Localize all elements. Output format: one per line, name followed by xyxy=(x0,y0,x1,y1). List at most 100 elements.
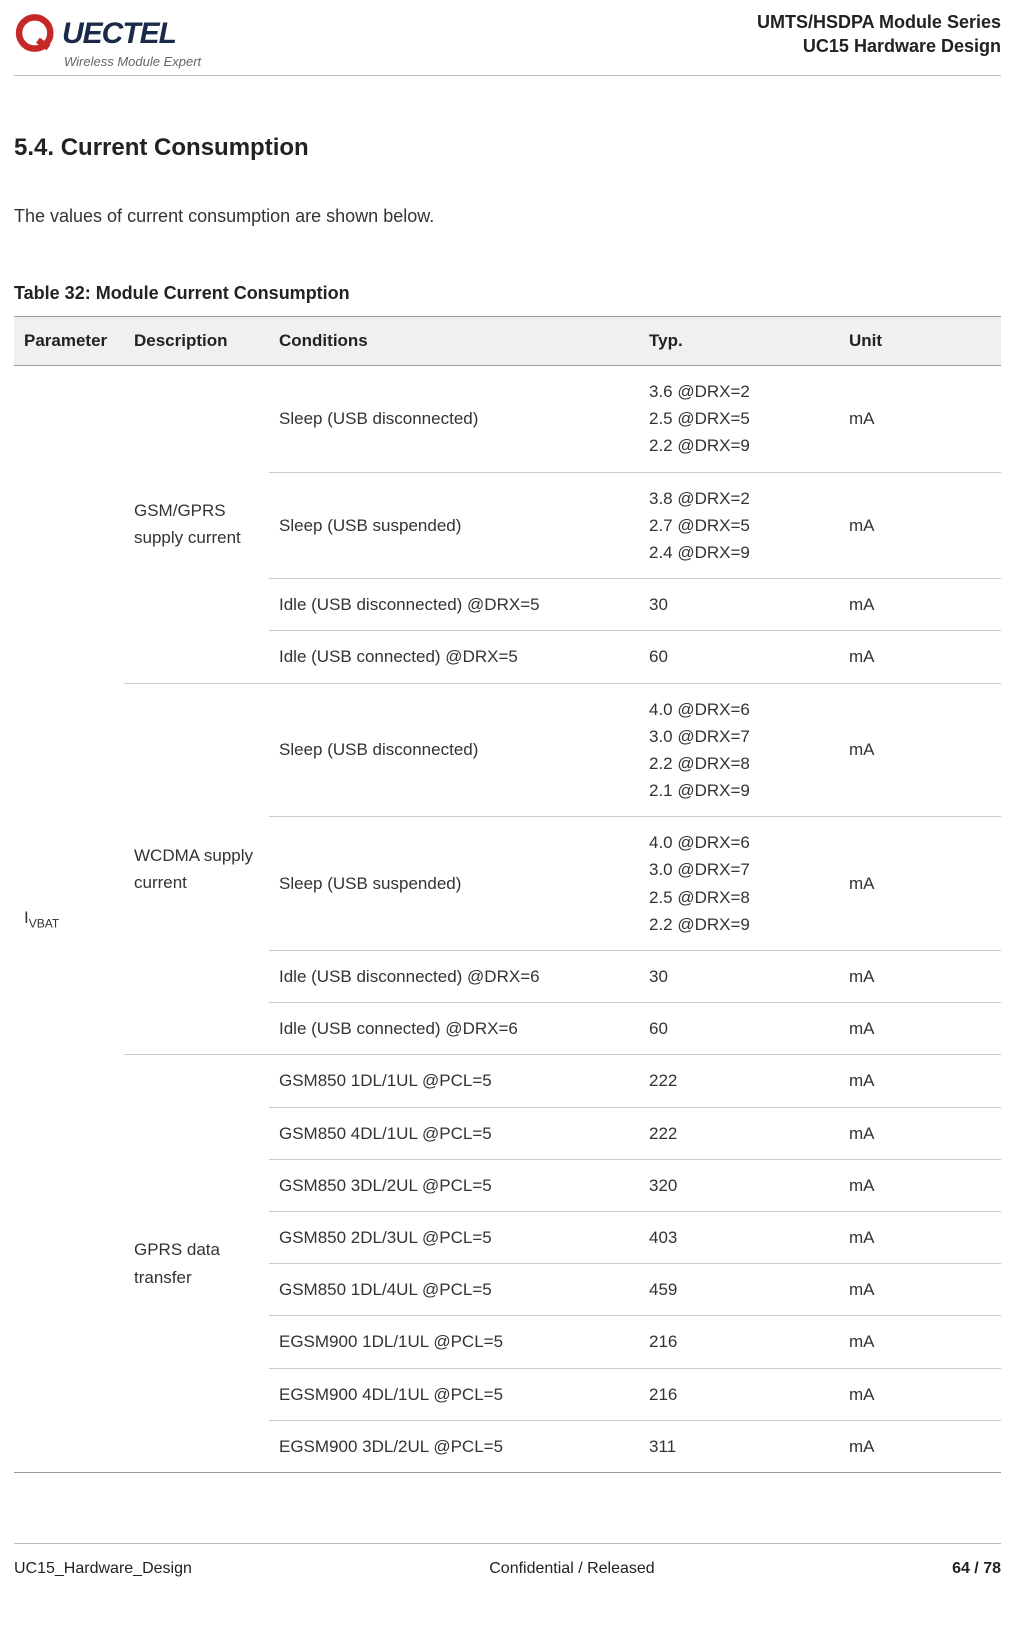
cell-conditions: Idle (USB disconnected) @DRX=5 xyxy=(269,579,639,631)
cell-unit: mA xyxy=(839,817,1001,951)
typ-value: 30 xyxy=(649,963,829,990)
table-caption: Table 32: Module Current Consumption xyxy=(14,283,1001,304)
footer-center: Confidential / Released xyxy=(489,1560,654,1578)
th-description: Description xyxy=(124,317,269,366)
cell-typ: 459 xyxy=(639,1264,839,1316)
cell-description: GPRS data transfer xyxy=(124,1055,269,1473)
cell-conditions: Idle (USB connected) @DRX=5 xyxy=(269,631,639,683)
cell-conditions: GSM850 1DL/4UL @PCL=5 xyxy=(269,1264,639,1316)
page-footer: UC15_Hardware_Design Confidential / Rele… xyxy=(14,1543,1001,1596)
cell-typ: 60 xyxy=(639,1003,839,1055)
typ-value: 2.2 @DRX=9 xyxy=(649,911,829,938)
th-conditions: Conditions xyxy=(269,317,639,366)
cell-unit: mA xyxy=(839,1159,1001,1211)
cell-conditions: GSM850 3DL/2UL @PCL=5 xyxy=(269,1159,639,1211)
cell-typ: 3.6 @DRX=22.5 @DRX=52.2 @DRX=9 xyxy=(639,366,839,473)
doc-series-line2: UC15 Hardware Design xyxy=(757,34,1001,58)
cell-unit: mA xyxy=(839,683,1001,817)
typ-value: 216 xyxy=(649,1328,829,1355)
typ-value: 311 xyxy=(649,1433,829,1460)
typ-value: 2.2 @DRX=9 xyxy=(649,432,829,459)
table-row: WCDMA supply currentSleep (USB disconnec… xyxy=(14,683,1001,817)
typ-value: 3.8 @DRX=2 xyxy=(649,485,829,512)
cell-typ: 4.0 @DRX=63.0 @DRX=72.2 @DRX=82.1 @DRX=9 xyxy=(639,683,839,817)
logo-subtitle: Wireless Module Expert xyxy=(64,54,201,69)
cell-typ: 3.8 @DRX=22.7 @DRX=52.4 @DRX=9 xyxy=(639,472,839,579)
table-row: GPRS data transferGSM850 1DL/1UL @PCL=52… xyxy=(14,1055,1001,1107)
spec-table: Parameter Description Conditions Typ. Un… xyxy=(14,316,1001,1473)
cell-parameter: IVBAT xyxy=(14,366,124,1473)
typ-value: 2.7 @DRX=5 xyxy=(649,512,829,539)
typ-value: 4.0 @DRX=6 xyxy=(649,696,829,723)
typ-value: 3.0 @DRX=7 xyxy=(649,723,829,750)
section-title: 5.4. Current Consumption xyxy=(14,134,1001,162)
cell-conditions: EGSM900 1DL/1UL @PCL=5 xyxy=(269,1316,639,1368)
cell-unit: mA xyxy=(839,1420,1001,1472)
cell-conditions: GSM850 4DL/1UL @PCL=5 xyxy=(269,1107,639,1159)
th-typ: Typ. xyxy=(639,317,839,366)
doc-series-line1: UMTS/HSDPA Module Series xyxy=(757,10,1001,34)
cell-typ: 4.0 @DRX=63.0 @DRX=72.5 @DRX=82.2 @DRX=9 xyxy=(639,817,839,951)
cell-typ: 222 xyxy=(639,1107,839,1159)
cell-typ: 216 xyxy=(639,1368,839,1420)
typ-value: 403 xyxy=(649,1224,829,1251)
cell-conditions: Idle (USB connected) @DRX=6 xyxy=(269,1003,639,1055)
footer-left: UC15_Hardware_Design xyxy=(14,1560,192,1578)
typ-value: 320 xyxy=(649,1172,829,1199)
cell-unit: mA xyxy=(839,631,1001,683)
typ-value: 30 xyxy=(649,591,829,618)
cell-unit: mA xyxy=(839,366,1001,473)
th-parameter: Parameter xyxy=(14,317,124,366)
typ-value: 2.5 @DRX=8 xyxy=(649,884,829,911)
typ-value: 2.2 @DRX=8 xyxy=(649,750,829,777)
cell-typ: 403 xyxy=(639,1211,839,1263)
typ-value: 216 xyxy=(649,1381,829,1408)
cell-unit: mA xyxy=(839,472,1001,579)
typ-value: 2.4 @DRX=9 xyxy=(649,539,829,566)
page-header: UECTEL Wireless Module Expert UMTS/HSDPA… xyxy=(14,10,1001,76)
cell-typ: 30 xyxy=(639,579,839,631)
table-row: IVBATGSM/GPRS supply currentSleep (USB d… xyxy=(14,366,1001,473)
cell-typ: 30 xyxy=(639,951,839,1003)
typ-value: 3.0 @DRX=7 xyxy=(649,856,829,883)
cell-conditions: Idle (USB disconnected) @DRX=6 xyxy=(269,951,639,1003)
table-header-row: Parameter Description Conditions Typ. Un… xyxy=(14,317,1001,366)
typ-value: 2.1 @DRX=9 xyxy=(649,777,829,804)
logo-q-icon xyxy=(14,10,60,56)
doc-series: UMTS/HSDPA Module Series UC15 Hardware D… xyxy=(757,10,1001,59)
cell-conditions: Sleep (USB suspended) xyxy=(269,472,639,579)
cell-description: GSM/GPRS supply current xyxy=(124,366,269,684)
cell-unit: mA xyxy=(839,1003,1001,1055)
th-unit: Unit xyxy=(839,317,1001,366)
typ-value: 459 xyxy=(649,1276,829,1303)
footer-right: 64 / 78 xyxy=(952,1560,1001,1578)
cell-typ: 60 xyxy=(639,631,839,683)
typ-value: 222 xyxy=(649,1120,829,1147)
cell-conditions: EGSM900 3DL/2UL @PCL=5 xyxy=(269,1420,639,1472)
section-intro: The values of current consumption are sh… xyxy=(14,206,1001,227)
cell-unit: mA xyxy=(839,579,1001,631)
typ-value: 60 xyxy=(649,1015,829,1042)
cell-conditions: Sleep (USB disconnected) xyxy=(269,683,639,817)
cell-typ: 311 xyxy=(639,1420,839,1472)
cell-unit: mA xyxy=(839,951,1001,1003)
cell-typ: 320 xyxy=(639,1159,839,1211)
typ-value: 60 xyxy=(649,643,829,670)
cell-conditions: GSM850 2DL/3UL @PCL=5 xyxy=(269,1211,639,1263)
cell-conditions: Sleep (USB suspended) xyxy=(269,817,639,951)
typ-value: 2.5 @DRX=5 xyxy=(649,405,829,432)
cell-unit: mA xyxy=(839,1055,1001,1107)
cell-conditions: GSM850 1DL/1UL @PCL=5 xyxy=(269,1055,639,1107)
cell-unit: mA xyxy=(839,1264,1001,1316)
cell-typ: 216 xyxy=(639,1316,839,1368)
cell-unit: mA xyxy=(839,1316,1001,1368)
logo-block: UECTEL Wireless Module Expert xyxy=(14,10,201,69)
cell-description: WCDMA supply current xyxy=(124,683,269,1055)
cell-conditions: Sleep (USB disconnected) xyxy=(269,366,639,473)
typ-value: 4.0 @DRX=6 xyxy=(649,829,829,856)
typ-value: 222 xyxy=(649,1067,829,1094)
cell-unit: mA xyxy=(839,1368,1001,1420)
cell-unit: mA xyxy=(839,1107,1001,1159)
cell-typ: 222 xyxy=(639,1055,839,1107)
logo-text: UECTEL xyxy=(62,20,176,47)
